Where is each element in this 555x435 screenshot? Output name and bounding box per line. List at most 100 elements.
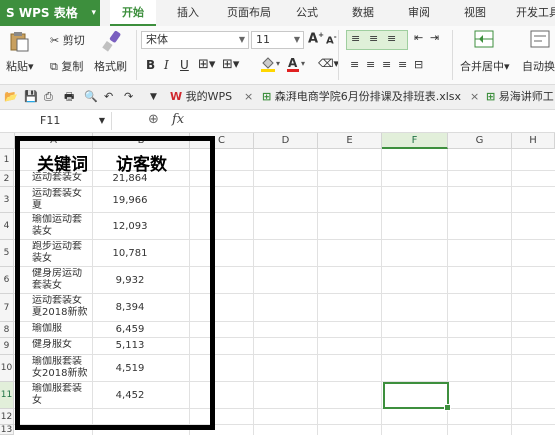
scissors-icon: ✂ [50, 34, 60, 47]
underline-button[interactable]: U [180, 58, 189, 72]
row-header[interactable]: 1 [0, 149, 14, 171]
fill-color-icon[interactable]: ▾ [260, 56, 282, 75]
row-header[interactable]: 4 [0, 213, 14, 240]
ribbon-divider [136, 30, 137, 80]
column-header-d[interactable]: D [254, 133, 318, 149]
tab-data[interactable]: 数据 [344, 0, 382, 26]
fill-handle[interactable] [444, 404, 451, 411]
font-grow-button[interactable]: A+ [308, 31, 324, 46]
column-header-h[interactable]: H [512, 133, 555, 149]
selected-cell-f11[interactable] [383, 382, 451, 411]
merge-center-icon[interactable] [474, 30, 494, 51]
close-icon[interactable]: × [470, 85, 479, 109]
tab-view[interactable]: 视图 [456, 0, 494, 26]
font-color-icon[interactable]: A ▾ [286, 56, 308, 75]
merge-center-button[interactable]: 合并居中▾ [460, 58, 510, 74]
gridline [511, 149, 512, 435]
tab-document-2[interactable]: ⊞ 易海讲师工 [486, 85, 554, 109]
fill-grid-icon[interactable]: ⊞▾ [222, 57, 239, 72]
font-size-select[interactable]: 11 ▼ [251, 31, 304, 49]
bold-button[interactable]: B [146, 58, 155, 72]
highlight-frame [15, 136, 215, 430]
row-header[interactable]: 11 [0, 382, 14, 409]
spreadsheet-icon: ⊞ [262, 90, 272, 103]
row-header[interactable]: 12 [0, 409, 14, 425]
row-header[interactable]: 9 [0, 338, 14, 355]
font-name-select[interactable]: 宋体 ▼ [141, 31, 249, 49]
chevron-down-icon: ▾ [91, 8, 96, 18]
wrap-text-icon[interactable] [530, 30, 550, 51]
clear-format-icon[interactable]: ⌫▾ [318, 57, 339, 70]
chevron-down-icon: ▼ [238, 35, 245, 44]
tab-home[interactable]: 开始 [110, 0, 156, 26]
column-header-f[interactable]: F [382, 133, 448, 149]
justify-icon[interactable]: ≡ [398, 58, 407, 71]
zoom-icon[interactable]: ⊕ [148, 112, 159, 127]
chevron-down-icon[interactable]: ▼ [150, 85, 157, 109]
copy-button[interactable]: ⧉ 复制 [50, 58, 83, 74]
align-bottom-icon: ≡ [387, 32, 397, 45]
align-top-group[interactable]: ≡ ≡ ≡ [346, 30, 408, 50]
tab-my-wps[interactable]: W 我的WPS [170, 85, 232, 109]
align-center-icon[interactable]: ≡ [366, 58, 375, 71]
column-header-e[interactable]: E [318, 133, 382, 149]
row-header[interactable]: 3 [0, 187, 14, 213]
cut-button[interactable]: ✂ 剪切 [50, 32, 85, 48]
italic-button[interactable]: I [164, 58, 169, 72]
app-logo-icon: S [6, 6, 15, 20]
tab-page-layout[interactable]: 页面布局 [220, 0, 278, 26]
tab-document-1[interactable]: ⊞ 森湃电商学院6月份排课及排班表.xlsx [262, 85, 461, 109]
row-header[interactable]: 13 [0, 425, 14, 435]
ribbon-divider [338, 30, 339, 80]
redo-icon[interactable]: ↷ [124, 85, 133, 109]
ribbon: 粘贴▾ ✂ 剪切 ⧉ 复制 格式刷 宋体 ▼ 11 ▼ A+ A- B I U … [0, 26, 555, 85]
row-header[interactable]: 7 [0, 294, 14, 322]
svg-text:▾: ▾ [301, 59, 305, 68]
tab-formulas[interactable]: 公式 [288, 0, 326, 26]
select-all-corner[interactable] [0, 133, 15, 149]
gridline [317, 149, 318, 435]
paste-button[interactable]: 粘贴▾ [6, 58, 34, 74]
app-menu-button[interactable]: S WPS 表格 ▾ [0, 0, 100, 26]
brush-icon[interactable] [100, 30, 122, 55]
align-left-icon[interactable]: ≡ [350, 58, 359, 71]
folder-icon[interactable]: 📂 [4, 85, 18, 109]
close-icon[interactable]: × [244, 85, 253, 109]
export-pdf-icon[interactable]: ⎙ [44, 85, 53, 109]
copy-icon: ⧉ [50, 60, 58, 73]
auto-wrap-button[interactable]: 自动换 [522, 58, 555, 74]
formula-input[interactable] [196, 110, 555, 132]
tab-developer[interactable]: 开发工具 [508, 0, 555, 26]
svg-text:▾: ▾ [276, 59, 280, 68]
font-shrink-button[interactable]: A- [326, 33, 337, 46]
print-preview-icon[interactable]: 🔍 [84, 85, 98, 109]
gridline [253, 149, 254, 435]
function-button[interactable]: fx [172, 112, 184, 127]
save-icon[interactable]: 💾 [24, 85, 38, 109]
name-box[interactable]: F11 ▼ [0, 112, 112, 130]
row-header[interactable]: 8 [0, 322, 14, 338]
print-icon[interactable]: 🖶 [64, 85, 74, 109]
chevron-down-icon: ▼ [98, 116, 105, 125]
indent-decrease-icon[interactable]: ⇤ [414, 31, 423, 44]
ribbon-divider [452, 30, 453, 80]
undo-icon[interactable]: ↶ [104, 85, 113, 109]
column-header-g[interactable]: G [448, 133, 512, 149]
tab-insert[interactable]: 插入 [168, 0, 208, 26]
align-right-icon[interactable]: ≡ [382, 58, 391, 71]
row-header[interactable]: 10 [0, 355, 14, 382]
gridline [381, 149, 382, 435]
row-header[interactable]: 6 [0, 267, 14, 294]
chevron-down-icon: ▼ [293, 35, 300, 44]
row-header[interactable]: 2 [0, 171, 14, 187]
indent-increase-icon[interactable]: ⇥ [430, 31, 439, 44]
row-header[interactable]: 5 [0, 240, 14, 267]
wps-logo-icon: W [170, 90, 183, 103]
align-top-icon: ≡ [351, 32, 361, 45]
spreadsheet-icon: ⊞ [486, 90, 496, 103]
paste-icon[interactable] [8, 30, 30, 55]
format-painter-button[interactable]: 格式刷 [94, 58, 127, 74]
distributed-icon[interactable]: ⊟ [414, 58, 423, 71]
tab-review[interactable]: 审阅 [400, 0, 438, 26]
border-icon[interactable]: ⊞▾ [198, 57, 215, 72]
